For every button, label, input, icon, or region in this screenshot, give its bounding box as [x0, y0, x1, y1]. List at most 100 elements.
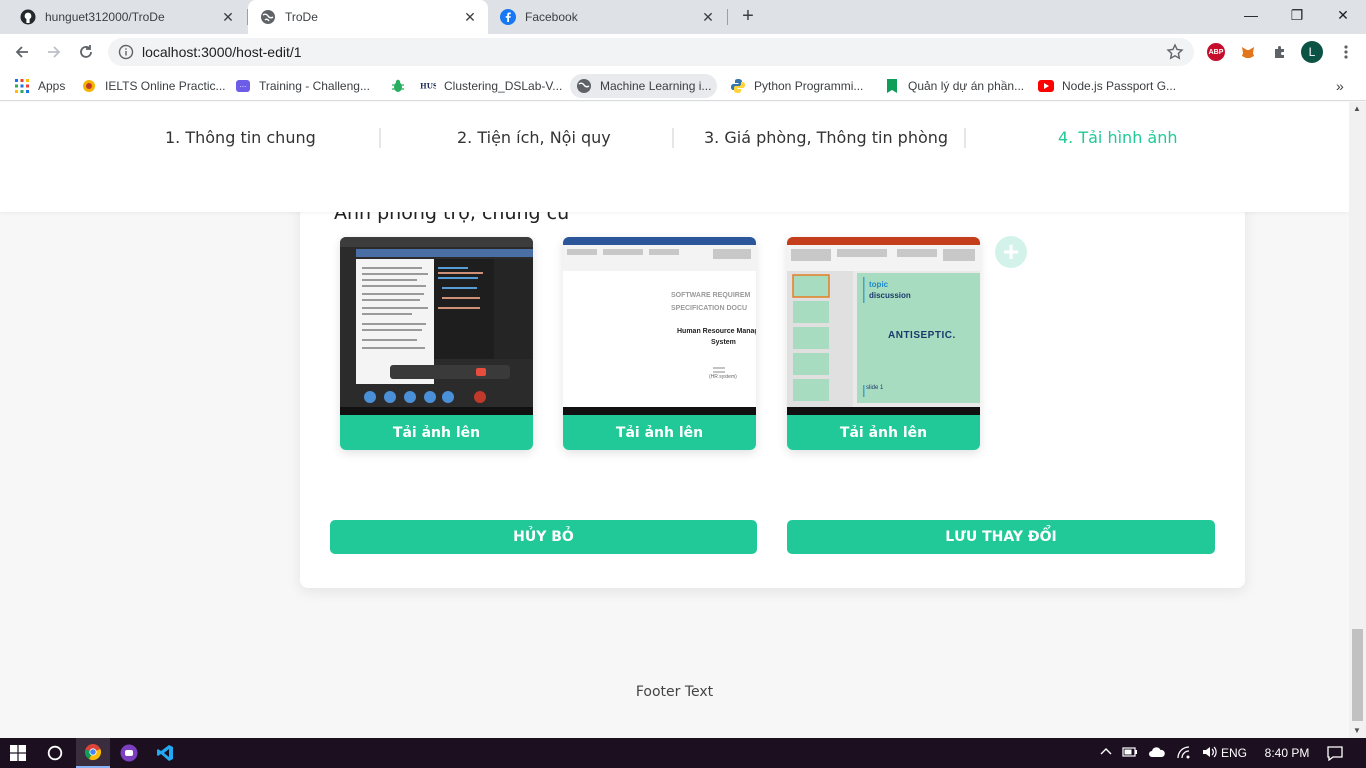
bookmark-icon — [884, 78, 900, 94]
footer-text: Footer Text — [635, 684, 714, 700]
tab-github[interactable]: hunguet312000/TroDe ✕ — [8, 0, 246, 34]
bookmark-label: Clustering_DSLab-V... — [444, 79, 563, 93]
scroll-down-icon[interactable]: ▼ — [1353, 726, 1361, 735]
upload-photo-button[interactable]: Tải ảnh lên — [563, 415, 756, 450]
bookmark-nodejs-passport[interactable]: Node.js Passport G... — [1032, 74, 1182, 98]
step-divider — [672, 128, 674, 148]
apps-grid-icon — [14, 78, 30, 94]
bookmark-label: Python Programmi... — [754, 79, 864, 93]
browser-toolbar: localhost:3000/host-edit/1 ABP L — [0, 34, 1366, 70]
photo-card: topic discussion ANTISEPTIC. slide 1 Tải… — [787, 237, 980, 450]
bug-icon — [390, 78, 406, 94]
ielts-icon — [81, 78, 97, 94]
battery-icon[interactable] — [1122, 746, 1138, 761]
bookmark-label: Quản lý dự án phần... — [908, 79, 1025, 93]
tab-trode[interactable]: TroDe ✕ — [248, 0, 488, 34]
youtube-icon — [1038, 78, 1054, 94]
upload-photo-button[interactable]: Tải ảnh lên — [787, 415, 980, 450]
cancel-button[interactable]: HỦY BỎ — [330, 520, 757, 554]
add-photo-icon[interactable]: + — [995, 236, 1027, 268]
volume-icon[interactable] — [1202, 745, 1218, 762]
app-purple-icon[interactable] — [112, 738, 146, 768]
photo-thumbnail: SOFTWARE REQUIREM SPECIFICATION DOCU Hum… — [563, 237, 756, 415]
menu-kebab-icon[interactable] — [1336, 42, 1356, 62]
page-scrollbar[interactable]: ▲ ▼ — [1349, 102, 1366, 738]
bookmark-label: Node.js Passport G... — [1062, 79, 1177, 93]
more-bookmarks-icon[interactable]: » — [1330, 74, 1350, 98]
scroll-up-icon[interactable]: ▲ — [1353, 104, 1361, 113]
onedrive-cloud-icon[interactable] — [1148, 746, 1166, 761]
close-tab-icon[interactable]: ✕ — [220, 9, 236, 25]
step-divider — [379, 128, 381, 148]
close-window-icon[interactable]: ✕ — [1320, 0, 1366, 30]
wifi-icon[interactable] — [1176, 745, 1192, 762]
adblock-plus-icon[interactable]: ABP — [1206, 42, 1226, 62]
globe-icon — [576, 78, 592, 94]
new-tab-icon[interactable]: + — [738, 6, 758, 27]
slide-topic: topic discussion — [869, 280, 911, 300]
bookmark-apps[interactable]: Apps — [8, 74, 71, 98]
bookmark-training[interactable]: ··· Training - Challeng... — [229, 74, 376, 98]
step-price-room-info[interactable]: 3. Giá phòng, Thông tin phòng — [704, 128, 948, 147]
vscode-icon[interactable] — [148, 738, 182, 768]
profile-avatar[interactable]: L — [1300, 41, 1324, 63]
python-icon — [730, 78, 746, 94]
restore-icon[interactable]: ❐ — [1274, 0, 1320, 30]
bookmarks-bar: Apps IELTS Online Practic... ··· Trainin… — [0, 70, 1366, 101]
notifications-icon[interactable] — [1318, 738, 1352, 768]
language-indicator[interactable]: ENG — [1221, 738, 1247, 768]
photo-thumbnail — [340, 237, 533, 415]
upload-photo-button[interactable]: Tải ảnh lên — [340, 415, 533, 450]
forward-icon[interactable] — [42, 40, 66, 64]
chevron-up-icon[interactable] — [1100, 746, 1112, 761]
bookmark-label: Apps — [38, 79, 66, 93]
step-divider — [964, 128, 966, 148]
clock[interactable]: 8:40 PM — [1262, 738, 1312, 768]
slide-footer: slide 1 — [866, 385, 884, 391]
bookmark-clustering[interactable]: HUST Clustering_DSLab-V... — [414, 74, 568, 98]
slide-heading: ANTISEPTIC. — [888, 330, 956, 341]
training-icon: ··· — [235, 78, 251, 94]
bookmark-label: Training - Challeng... — [259, 79, 370, 93]
bookmark-star-icon[interactable] — [1166, 43, 1184, 64]
back-icon[interactable] — [10, 40, 34, 64]
bookmark-ielts[interactable]: IELTS Online Practic... — [75, 74, 232, 98]
chrome-taskbar-icon[interactable] — [76, 738, 110, 768]
hust-icon: HUST — [420, 78, 436, 94]
bookmark-machine-learning[interactable]: Machine Learning i... — [570, 74, 718, 98]
reload-icon[interactable] — [74, 40, 98, 64]
tab-divider — [727, 9, 728, 25]
photo-thumbnail: topic discussion ANTISEPTIC. slide 1 — [787, 237, 980, 415]
globe-icon — [260, 9, 276, 25]
bookmark-python[interactable]: Python Programmi... — [724, 74, 869, 98]
minimize-icon[interactable]: — — [1228, 0, 1274, 30]
extensions-puzzle-icon[interactable] — [1270, 42, 1290, 62]
svg-text:···: ··· — [240, 83, 247, 91]
step-general-info[interactable]: 1. Thông tin chung — [165, 128, 316, 147]
facebook-icon — [500, 9, 516, 25]
bookmark-quan-ly[interactable]: Quản lý dự án phần... — [878, 74, 1030, 98]
site-info-icon[interactable] — [118, 44, 134, 63]
svg-text:HUST: HUST — [420, 82, 436, 91]
photo-card: SOFTWARE REQUIREM SPECIFICATION DOCU Hum… — [563, 237, 756, 450]
scrollbar-thumb[interactable] — [1352, 629, 1363, 721]
close-tab-icon[interactable]: ✕ — [462, 9, 478, 25]
tab-facebook[interactable]: Facebook ✕ — [488, 0, 726, 34]
step-upload-images[interactable]: 4. Tải hình ảnh — [1058, 128, 1178, 147]
bookmark-bug[interactable] — [384, 74, 412, 98]
system-tray — [1100, 738, 1218, 768]
address-bar[interactable]: localhost:3000/host-edit/1 — [108, 38, 1194, 66]
step-navigation: 1. Thông tin chung 2. Tiện ích, Nội quy … — [0, 102, 1349, 212]
search-circle-icon[interactable] — [38, 738, 72, 768]
photo-card: Tải ảnh lên — [340, 237, 533, 450]
save-changes-button[interactable]: LƯU THAY ĐỔI — [787, 520, 1215, 554]
step-amenities-rules[interactable]: 2. Tiện ích, Nội quy — [457, 128, 611, 147]
metamask-fox-icon[interactable] — [1238, 42, 1258, 62]
doc-caption: (HR system) — [709, 374, 737, 380]
close-tab-icon[interactable]: ✕ — [700, 9, 716, 25]
doc-heading: SOFTWARE REQUIREM SPECIFICATION DOCU — [671, 292, 751, 312]
tab-title: TroDe — [285, 10, 318, 24]
tab-title: hunguet312000/TroDe — [45, 10, 165, 24]
tab-strip: hunguet312000/TroDe ✕ TroDe ✕ Facebook ✕… — [0, 0, 1366, 34]
windows-start-icon[interactable] — [0, 738, 36, 768]
